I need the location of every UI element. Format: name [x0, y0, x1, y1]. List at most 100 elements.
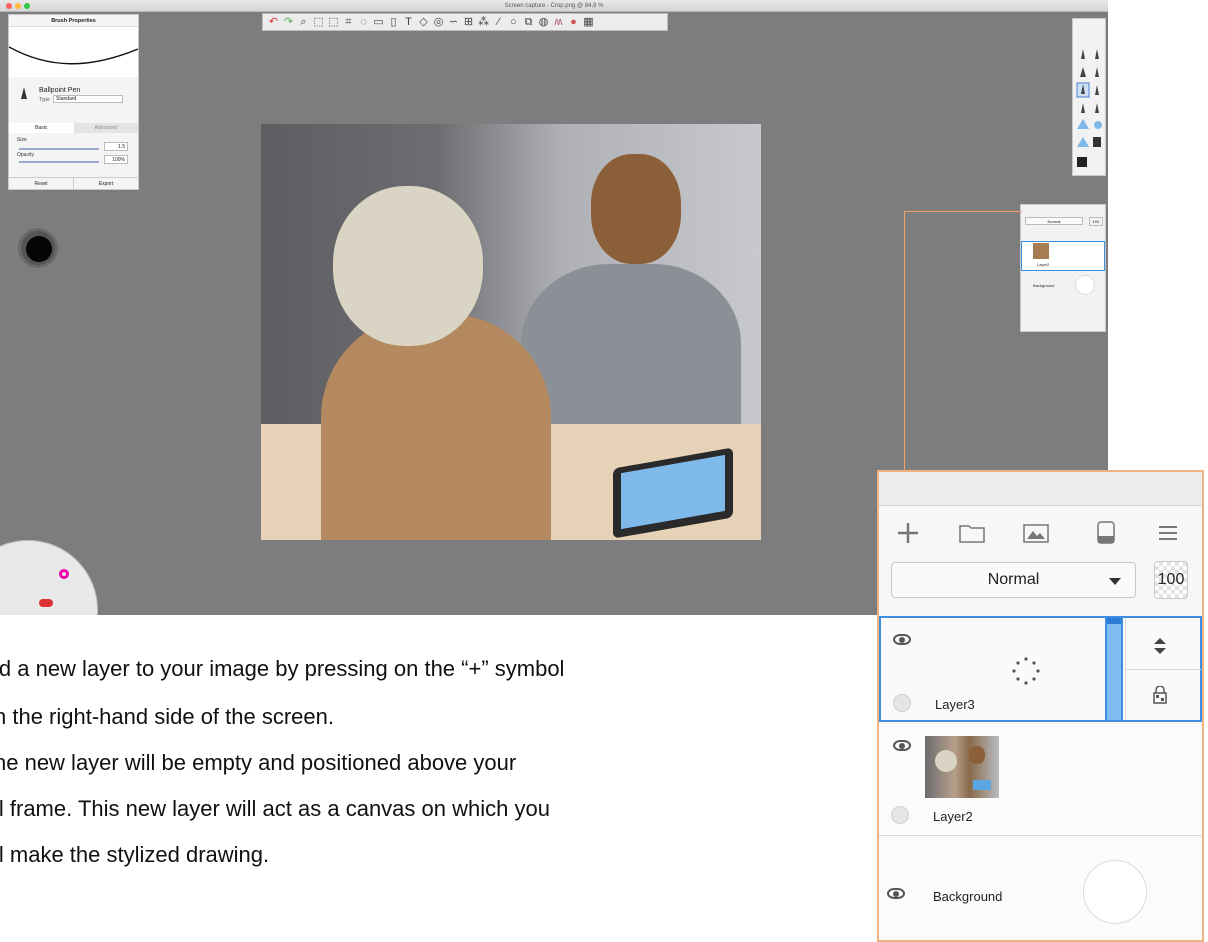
- opacity-value[interactable]: 100%: [104, 155, 128, 164]
- brush-puck[interactable]: [18, 228, 58, 268]
- layer-opacity-bar[interactable]: [1105, 618, 1123, 720]
- eye-icon[interactable]: [893, 634, 911, 645]
- brush-properties-panel: Brush Properties Ballpoint Pen Type Stan…: [8, 14, 139, 190]
- size-label: Size: [17, 137, 27, 143]
- layers-icon[interactable]: ▦: [582, 14, 595, 30]
- loading-spinner-icon: [1012, 657, 1040, 685]
- layer-select-radio[interactable]: [893, 694, 911, 712]
- background-color-swatch[interactable]: [1083, 860, 1147, 924]
- add-layer-icon[interactable]: [893, 518, 923, 548]
- perspective-icon[interactable]: ◇: [417, 14, 430, 30]
- brush-panel-footer: Reset Export: [9, 177, 138, 189]
- brush-type-label: Type: [39, 97, 50, 103]
- chevron-down-icon: [1109, 578, 1121, 585]
- layer-row-background[interactable]: Background: [879, 838, 1202, 940]
- mini-blend-select[interactable]: Normal: [1025, 217, 1083, 225]
- layer-thumbnail: [925, 736, 999, 798]
- minimize-window-button[interactable]: [15, 3, 21, 9]
- layer-select-radio[interactable]: [891, 806, 909, 824]
- ruler-icon[interactable]: ▯: [387, 14, 400, 30]
- brush-library-panel: [1072, 18, 1106, 176]
- reset-button[interactable]: Reset: [9, 178, 73, 189]
- window-title: Screen capture - Crop.png @ 84,8 %: [504, 3, 604, 9]
- layer-name: Background: [933, 889, 1003, 904]
- layer-row-layer3[interactable]: Layer3: [879, 616, 1202, 722]
- opacity-label: Opacity: [17, 152, 34, 158]
- instruction-line-4: ll frame. This new layer will act as a c…: [0, 796, 550, 821]
- main-toolbar: ↶ ↷ ⌕ ⬚ ⬚ ⌗ ◌ ▭ ▯ T ◇ ◎ ∽ ⊞ ⁂ ∕ ○ ⧉ ◍ ʍ …: [262, 13, 668, 31]
- brush-stroke-preview: [8, 27, 139, 77]
- window-titlebar: Screen capture - Crop.png @ 84,8 %: [0, 0, 1108, 12]
- canvas-photo[interactable]: [261, 124, 761, 540]
- zoom-window-button[interactable]: [24, 3, 30, 9]
- reorder-icon[interactable]: [1152, 636, 1168, 656]
- layer-side-controls: [1125, 618, 1201, 720]
- mini-opacity-box[interactable]: 100: [1089, 217, 1103, 226]
- layer-opacity-box[interactable]: 100: [1154, 561, 1188, 599]
- curve-icon[interactable]: ∕: [492, 14, 505, 30]
- color-wheel-icon[interactable]: [59, 569, 69, 579]
- photo-woman-hair: [333, 186, 483, 346]
- layer-row-layer2[interactable]: Layer2: [879, 724, 1202, 836]
- eye-icon[interactable]: [887, 888, 905, 899]
- symmetry-icon[interactable]: ◎: [432, 14, 445, 30]
- instruction-line-2: n the right-hand side of the screen.: [0, 704, 334, 729]
- menu-icon[interactable]: [1153, 518, 1183, 548]
- grid-icon[interactable]: ⊞: [462, 14, 475, 30]
- blend-mode-value: Normal: [987, 571, 1040, 588]
- instruction-line-5: ll make the stylized drawing.: [0, 842, 270, 867]
- save-layer-icon[interactable]: [1091, 518, 1121, 548]
- brush-name: Ballpoint Pen: [39, 87, 81, 94]
- eye-icon[interactable]: [893, 740, 911, 751]
- mini-background-name: Background: [1033, 283, 1055, 288]
- lasso-icon[interactable]: ◌: [357, 14, 370, 30]
- rectangle-icon[interactable]: ▭: [372, 14, 385, 30]
- size-value[interactable]: 1.5: [104, 142, 128, 151]
- instruction-line-1: ld a new layer to your image by pressing…: [0, 656, 565, 681]
- lock-transparency-icon[interactable]: [1152, 686, 1168, 704]
- brush-library-icon[interactable]: ʍ: [552, 14, 565, 30]
- image-icon[interactable]: [1021, 518, 1051, 548]
- brush-tabs: Basic Advanced: [9, 123, 138, 133]
- layer-name: Layer2: [933, 809, 973, 824]
- transform-icon[interactable]: ⬚: [327, 14, 340, 30]
- distort-icon[interactable]: ⁂: [477, 14, 490, 30]
- opacity-slider[interactable]: [19, 161, 99, 163]
- mini-layer-thumbnail: [1033, 243, 1049, 259]
- instruction-line-3: he new layer will be empty and positione…: [0, 750, 517, 775]
- layers-panel-zoomed: Normal 100 Layer3 Layer2 Background: [877, 470, 1204, 942]
- photo-man-hair: [591, 154, 681, 264]
- ellipse-icon[interactable]: ○: [507, 14, 520, 30]
- export-button[interactable]: Export: [73, 178, 138, 189]
- blend-mode-select[interactable]: Normal: [891, 562, 1136, 598]
- callout-connector: [904, 211, 1022, 501]
- tab-basic[interactable]: Basic: [9, 123, 74, 133]
- crop-icon[interactable]: ⌗: [342, 14, 355, 30]
- size-slider[interactable]: [19, 148, 99, 150]
- layers-panel-small: Normal 100 Layer2 Background: [1020, 204, 1106, 332]
- panel-top-strip: [879, 472, 1202, 506]
- text-icon[interactable]: T: [402, 14, 415, 30]
- mini-background-swatch: [1075, 275, 1095, 295]
- photo-woman: [321, 314, 551, 540]
- tab-advanced[interactable]: Advanced: [73, 123, 138, 133]
- layer-name: Layer3: [935, 697, 975, 712]
- folder-icon[interactable]: [957, 518, 987, 548]
- copy-icon[interactable]: ⧉: [522, 14, 535, 30]
- undo-icon[interactable]: ↶: [267, 14, 280, 30]
- lagoon-tool-wheel[interactable]: [0, 540, 98, 615]
- select-icon[interactable]: ⬚: [312, 14, 325, 30]
- redo-icon[interactable]: ↷: [282, 14, 295, 30]
- brush-panel-title: Brush Properties: [9, 15, 138, 27]
- brush-type-select[interactable]: Standard: [53, 95, 123, 103]
- undo-icon[interactable]: [39, 599, 53, 607]
- stroke-icon[interactable]: ∽: [447, 14, 460, 30]
- close-window-button[interactable]: [6, 3, 12, 9]
- layers-icon-row: [879, 508, 1202, 558]
- pen-icon: [21, 87, 27, 99]
- fill-icon[interactable]: ◍: [537, 14, 550, 30]
- mini-layer-name: Layer2: [1037, 262, 1050, 267]
- zoom-icon[interactable]: ⌕: [297, 14, 310, 30]
- brush-library-icons[interactable]: [1073, 19, 1107, 177]
- color-wheel-icon[interactable]: ●: [567, 14, 580, 30]
